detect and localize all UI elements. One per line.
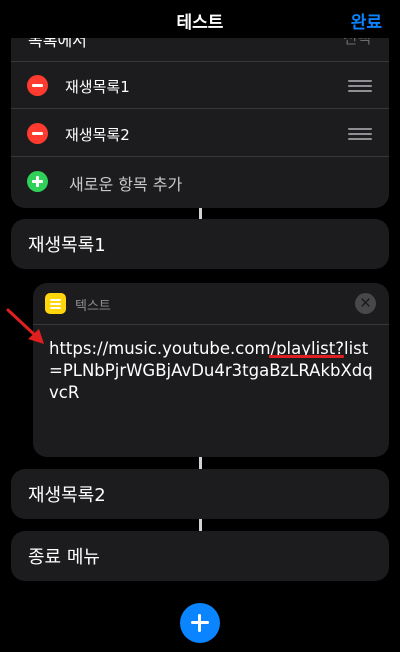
text-action-value[interactable]: https://music.youtube.com/playlist?list=…	[49, 338, 379, 404]
minus-circle-icon[interactable]	[27, 75, 48, 96]
text-action-title: 텍스트	[75, 299, 111, 314]
navigation-bar: 테스트 완료	[0, 0, 400, 38]
text-action-header: 텍스트 ✕	[33, 283, 389, 325]
case-label: 재생목록2	[28, 485, 106, 506]
list-item: 재생목록1	[11, 62, 389, 109]
add-item-row[interactable]: 새로운 항목 추가	[11, 158, 389, 206]
clear-icon[interactable]: ✕	[355, 293, 376, 314]
page-title: 테스트	[176, 13, 224, 33]
flow-connector	[199, 519, 202, 531]
arrow-annotation-icon	[6, 308, 44, 344]
end-menu-block[interactable]: 종료 메뉴	[11, 531, 389, 581]
minus-circle-icon[interactable]	[27, 123, 48, 144]
list-action-card: 목록에서 선택 재생목록1 재생목록2 새로운 항목 추가	[11, 22, 389, 208]
plus-icon[interactable]	[180, 603, 220, 643]
done-button[interactable]: 완료	[351, 8, 382, 33]
end-menu-label: 종료 메뉴	[28, 547, 100, 568]
plus-circle-icon[interactable]	[27, 171, 48, 192]
list-item: 재생목록2	[11, 110, 389, 157]
text-action-card[interactable]: 텍스트 ✕ https://music.youtube.com/playlist…	[33, 283, 389, 457]
case-playlist2-block[interactable]: 재생목록2	[11, 469, 389, 519]
drag-handle-icon[interactable]	[348, 128, 372, 140]
case-label: 재생목록1	[28, 235, 106, 256]
flow-connector	[199, 456, 202, 470]
drag-handle-icon[interactable]	[348, 80, 372, 92]
annotation-underline	[269, 355, 344, 358]
case-playlist1-block[interactable]: 재생목록1	[11, 219, 389, 269]
list-item-label[interactable]: 재생목록1	[65, 76, 130, 97]
list-item-label[interactable]: 재생목록2	[65, 124, 130, 145]
notes-icon	[45, 293, 66, 314]
add-item-label[interactable]: 새로운 항목 추가	[69, 171, 182, 195]
